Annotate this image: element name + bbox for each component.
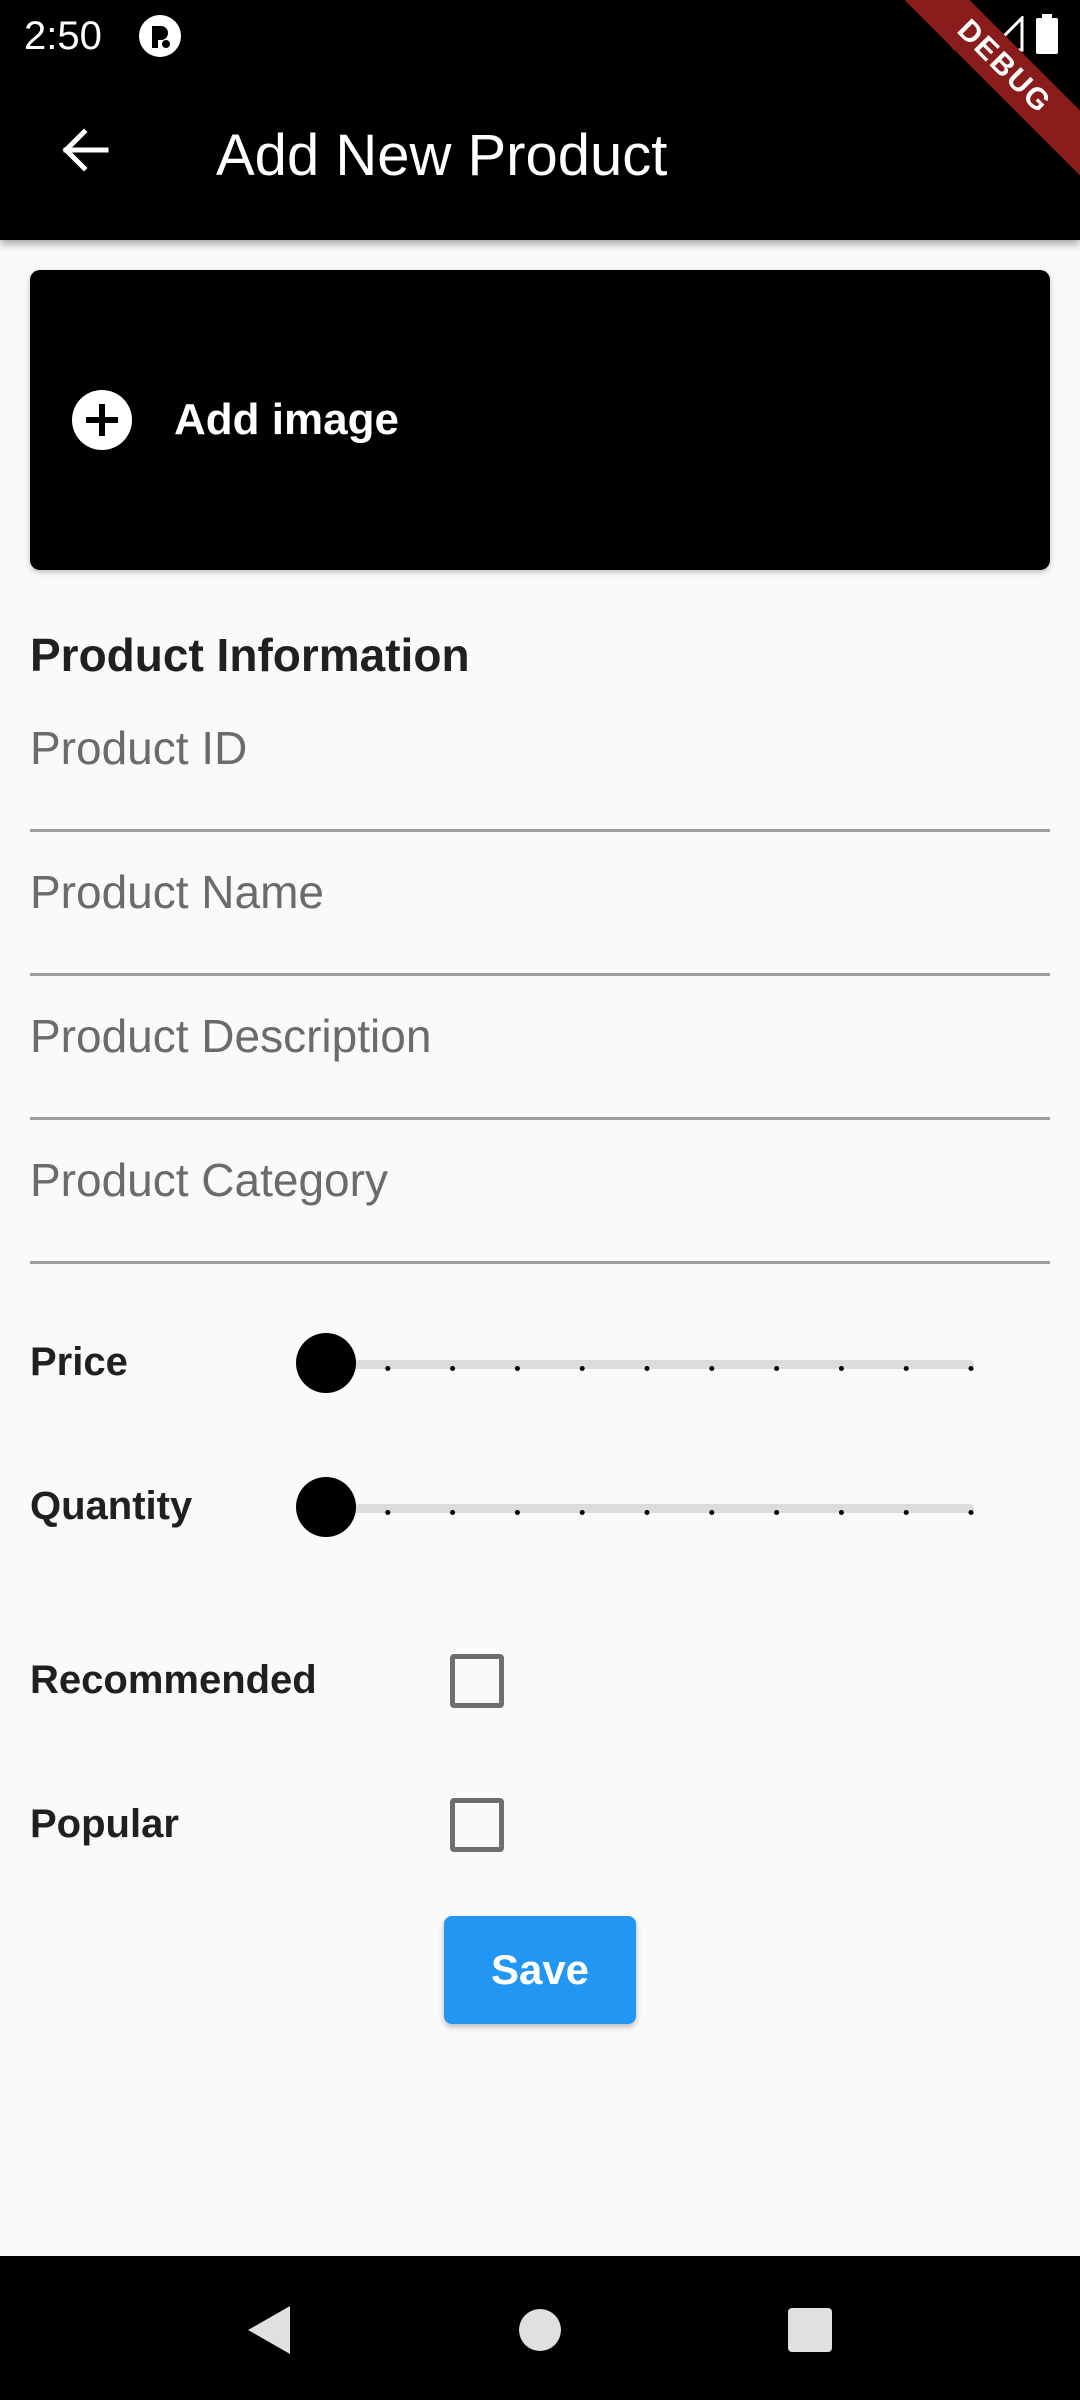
quantity-slider-ticks <box>385 1510 974 1515</box>
quantity-slider[interactable] <box>296 1472 996 1542</box>
product-category-input[interactable] <box>30 1150 1050 1210</box>
product-name-field <box>30 832 1050 976</box>
recents-square-icon <box>787 2307 833 2358</box>
quantity-label: Quantity <box>30 1484 193 1528</box>
save-button[interactable]: Save <box>444 1916 636 2024</box>
wifi-icon <box>932 16 976 57</box>
back-triangle-icon <box>244 2304 292 2361</box>
product-id-field <box>30 688 1050 832</box>
add-circle-icon <box>70 388 134 452</box>
slider-tick <box>385 1510 391 1515</box>
slider-tick <box>450 1510 456 1515</box>
slider-tick <box>644 1510 650 1515</box>
app-notification-icon <box>138 14 182 58</box>
battery-icon <box>1036 13 1058 59</box>
status-bar: 2:50 <box>0 0 1080 72</box>
price-label: Price <box>30 1340 128 1384</box>
recommended-checkbox[interactable] <box>450 1654 504 1708</box>
slider-tick <box>709 1366 715 1371</box>
cellular-signal-icon <box>986 13 1024 57</box>
slider-tick <box>968 1510 974 1515</box>
app-bar: Add New Product <box>0 72 1080 240</box>
price-slider[interactable] <box>296 1328 996 1398</box>
slider-tick <box>709 1510 715 1515</box>
slider-tick <box>968 1366 974 1371</box>
back-button[interactable] <box>44 112 124 192</box>
product-description-field <box>30 976 1050 1120</box>
quantity-slider-thumb[interactable] <box>296 1477 356 1537</box>
popular-checkbox[interactable] <box>450 1798 504 1852</box>
price-slider-ticks <box>385 1366 974 1371</box>
system-nav-bar <box>0 2256 1080 2400</box>
slider-tick <box>838 1366 844 1371</box>
screen: 2:50 Add New Product DEBUG Add image Pro… <box>0 0 1080 2400</box>
add-image-button[interactable]: Add image <box>30 270 1050 570</box>
status-time: 2:50 <box>24 14 102 58</box>
nav-back-button[interactable] <box>228 2292 308 2372</box>
arrow-back-icon <box>58 124 110 181</box>
price-slider-thumb[interactable] <box>296 1333 356 1393</box>
product-id-input[interactable] <box>30 718 1050 778</box>
slider-tick <box>514 1510 520 1515</box>
slider-tick <box>838 1510 844 1515</box>
page-title: Add New Product <box>216 123 668 188</box>
quantity-slider-track <box>326 1504 974 1515</box>
slider-tick <box>514 1366 520 1371</box>
slider-tick <box>644 1366 650 1371</box>
section-title: Product Information <box>30 629 470 681</box>
status-icons <box>932 12 1058 60</box>
slider-tick <box>903 1366 909 1371</box>
slider-tick <box>903 1510 909 1515</box>
add-image-label: Add image <box>174 395 399 444</box>
slider-tick <box>579 1510 585 1515</box>
product-category-field <box>30 1120 1050 1264</box>
price-slider-track <box>326 1360 974 1371</box>
home-circle-icon <box>517 2307 563 2358</box>
popular-label: Popular <box>30 1802 179 1846</box>
recommended-label: Recommended <box>30 1658 317 1702</box>
nav-recents-button[interactable] <box>770 2292 850 2372</box>
slider-tick <box>774 1510 780 1515</box>
slider-tick <box>385 1366 391 1371</box>
product-description-input[interactable] <box>30 1006 1050 1066</box>
slider-tick <box>579 1366 585 1371</box>
slider-tick <box>450 1366 456 1371</box>
product-name-input[interactable] <box>30 862 1050 922</box>
nav-home-button[interactable] <box>500 2292 580 2372</box>
slider-tick <box>774 1366 780 1371</box>
